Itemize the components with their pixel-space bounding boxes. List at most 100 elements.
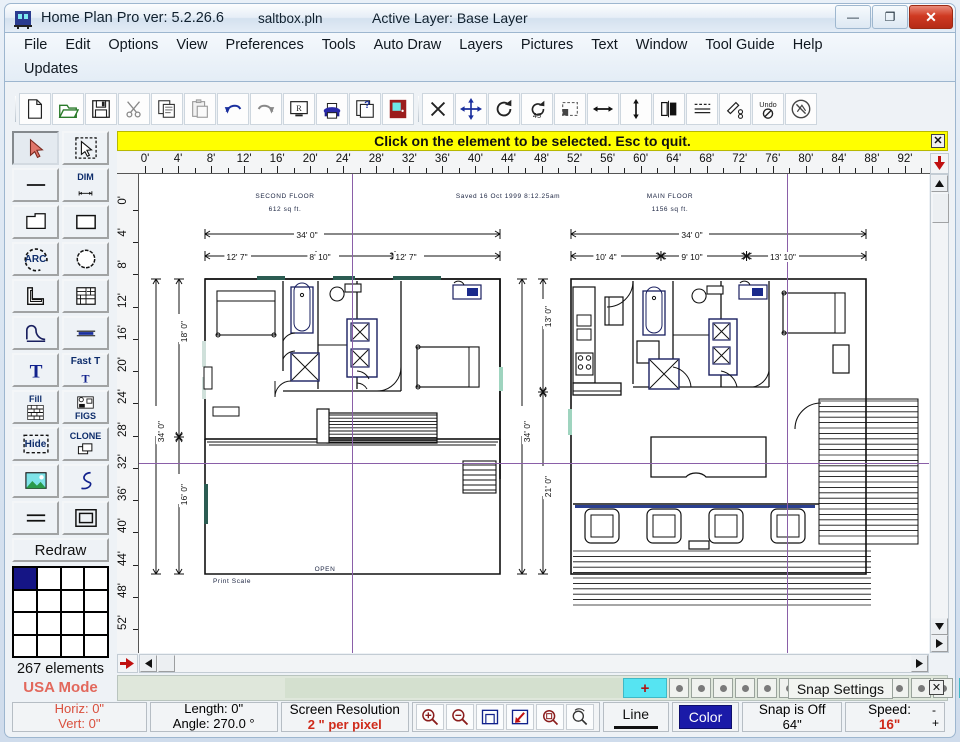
select-box-tool[interactable] <box>62 131 109 165</box>
menu-item-edit[interactable]: Edit <box>56 35 99 55</box>
layer-bar-close-button[interactable]: ✕ <box>929 680 944 695</box>
toolbar-door-button[interactable] <box>382 93 414 125</box>
menu-item-window[interactable]: Window <box>627 35 697 55</box>
beam-tool[interactable] <box>62 316 109 350</box>
menu-item-options[interactable]: Options <box>99 35 167 55</box>
clone-tool[interactable]: CLONE <box>62 427 109 461</box>
color-swatch[interactable] <box>60 589 85 612</box>
select-arrow-tool[interactable] <box>12 131 59 165</box>
arc-tool[interactable]: ARC <box>12 242 59 276</box>
menu-item-layers[interactable]: Layers <box>450 35 512 55</box>
toolbar-rotate-45-button[interactable]: 45 <box>521 93 553 125</box>
line-tool[interactable] <box>12 168 59 202</box>
close-button[interactable]: ✕ <box>909 5 953 29</box>
polyline-tool[interactable] <box>12 205 59 239</box>
menu-item-updates[interactable]: Updates <box>15 59 87 79</box>
color-swatch[interactable] <box>36 634 61 657</box>
zoom-window-button[interactable] <box>535 704 564 730</box>
color-swatch[interactable] <box>60 634 85 657</box>
layer-toggle-button[interactable] <box>669 678 689 698</box>
add-layer-button[interactable]: + <box>623 678 667 698</box>
toolbar-undo-arrow-button[interactable] <box>217 93 249 125</box>
vertical-scroll-thumb[interactable] <box>932 193 949 223</box>
toolbar-redraw-monitor-button[interactable]: R <box>283 93 315 125</box>
window-tool[interactable] <box>62 279 109 313</box>
layer-toggle-button[interactable] <box>911 678 931 698</box>
scroll-left-button[interactable] <box>140 655 157 672</box>
menu-item-view[interactable]: View <box>167 35 216 55</box>
layer-toggle-button[interactable] <box>735 678 755 698</box>
freehand-tool[interactable] <box>62 464 109 498</box>
color-swatch[interactable] <box>84 589 108 612</box>
menu-item-pictures[interactable]: Pictures <box>512 35 582 55</box>
snap-panel[interactable]: Snap is Off 64" <box>742 702 843 732</box>
scroll-down-button[interactable] <box>931 618 948 635</box>
scroll-page-button[interactable] <box>931 635 948 652</box>
fast-text-tool[interactable]: Fast T T <box>62 353 109 387</box>
color-swatch[interactable] <box>84 612 108 635</box>
canvas-marker-right[interactable] <box>117 654 138 673</box>
rectangle-tool[interactable] <box>62 205 109 239</box>
horizontal-scrollbar[interactable] <box>139 654 929 673</box>
figures-tool[interactable]: FIGS <box>62 390 109 424</box>
toolbar-new-document-button[interactable] <box>19 93 51 125</box>
color-swatch[interactable] <box>36 612 61 635</box>
layer-field[interactable] <box>285 678 623 698</box>
toolbar-open-folder-button[interactable] <box>52 93 84 125</box>
color-swatch[interactable] <box>36 589 61 612</box>
toolbar-stretch-horizontal-button[interactable] <box>587 93 619 125</box>
toolbar-print-button[interactable] <box>316 93 348 125</box>
menu-item-text[interactable]: Text <box>582 35 627 55</box>
picture-tool[interactable] <box>12 464 59 498</box>
speed-increase-button[interactable]: + <box>932 716 939 730</box>
color-swatch[interactable] <box>13 612 37 635</box>
toolbar-delete-x-button[interactable] <box>422 93 454 125</box>
double-line-tool[interactable] <box>12 501 59 535</box>
color-button[interactable]: Color <box>678 705 733 729</box>
toolbar-cancel-circle-button[interactable] <box>785 93 817 125</box>
toolbar-undo-zero-button[interactable]: Undo <box>752 93 784 125</box>
color-swatch[interactable] <box>13 589 37 612</box>
layer-toggle-button[interactable] <box>691 678 711 698</box>
drawing-canvas[interactable]: SECOND FLOOR 612 sq ft. Saved 16 Oct 199… <box>139 174 929 653</box>
scroll-up-button[interactable] <box>931 175 948 192</box>
zoom-out-button[interactable] <box>445 704 474 730</box>
color-swatch[interactable] <box>60 612 85 635</box>
minimize-button[interactable]: — <box>835 5 871 29</box>
toolbar-paste-button[interactable] <box>184 93 216 125</box>
toolbar-help-question-button[interactable]: ? <box>349 93 381 125</box>
wall-tool[interactable] <box>12 279 59 313</box>
text-tool[interactable]: TT <box>12 353 59 387</box>
color-swatch[interactable] <box>84 567 108 590</box>
toolbar-move-button[interactable] <box>455 93 487 125</box>
scroll-right-button[interactable] <box>911 655 928 672</box>
toolbar-rotate-button[interactable] <box>488 93 520 125</box>
toolbar-cut-scissors-button[interactable] <box>118 93 150 125</box>
hint-close-button[interactable]: ✕ <box>931 134 945 148</box>
color-swatch[interactable] <box>13 634 37 657</box>
color-swatch[interactable] <box>13 567 37 590</box>
toolbar-redo-arrow-button[interactable] <box>250 93 282 125</box>
menu-item-auto-draw[interactable]: Auto Draw <box>365 35 451 55</box>
frame-tool[interactable] <box>62 501 109 535</box>
canvas-marker-down[interactable] <box>930 153 949 174</box>
toolbar-save-disk-button[interactable] <box>85 93 117 125</box>
color-swatch[interactable] <box>36 567 61 590</box>
zoom-selection-button[interactable] <box>505 704 534 730</box>
zoom-in-button[interactable] <box>415 704 444 730</box>
menu-item-tools[interactable]: Tools <box>313 35 365 55</box>
toolbar-stretch-vertical-button[interactable] <box>620 93 652 125</box>
layer-toggle-button[interactable] <box>757 678 777 698</box>
fill-tool[interactable]: Fill <box>12 390 59 424</box>
line-style-button[interactable]: Line <box>602 702 669 732</box>
toolbar-dashed-lines-button[interactable] <box>686 93 718 125</box>
menu-item-help[interactable]: Help <box>784 35 832 55</box>
scroll-left-page-button[interactable] <box>158 655 175 672</box>
color-swatch[interactable] <box>84 634 108 657</box>
roof-tool[interactable] <box>12 316 59 350</box>
maximize-button[interactable]: ❐ <box>872 5 908 29</box>
vertical-scrollbar[interactable] <box>930 174 949 653</box>
layer-toggle-button[interactable] <box>713 678 733 698</box>
hide-tool[interactable]: Hide <box>12 427 59 461</box>
toolbar-select-region-button[interactable] <box>554 93 586 125</box>
